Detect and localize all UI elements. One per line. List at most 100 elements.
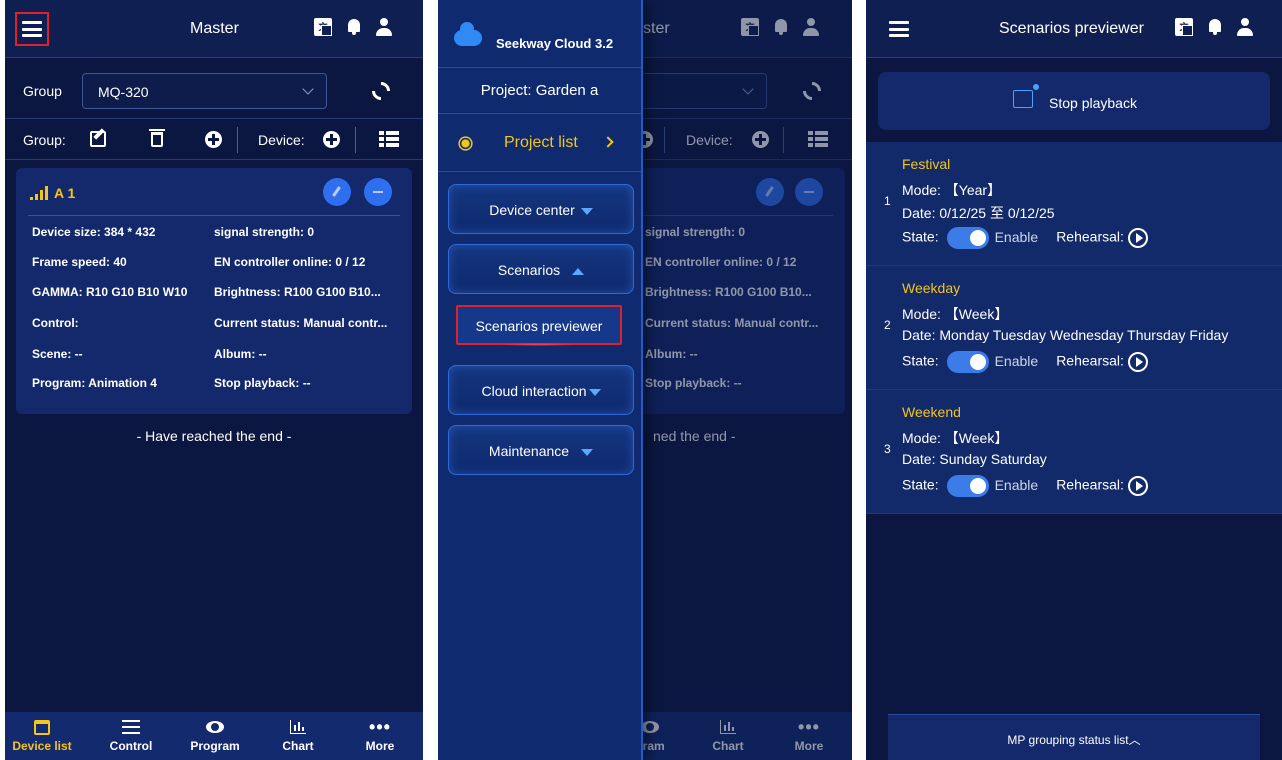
- gamma: GAMMA: R10 G10 B10 W10: [32, 285, 188, 299]
- cloud-interaction-label: Cloud interaction: [481, 383, 587, 399]
- nav-chart[interactable]: Chart: [258, 717, 338, 753]
- toolbar-group-label: Group:: [23, 132, 66, 148]
- bell-icon[interactable]: [1207, 18, 1223, 36]
- group-label: Group: [23, 83, 62, 99]
- rehearsal-play-icon[interactable]: [1127, 228, 1148, 248]
- nav-label: Chart: [712, 739, 744, 753]
- chevron-down-icon: [742, 83, 754, 95]
- nav-label: Device list: [12, 739, 72, 753]
- rehearsal-play-icon[interactable]: [1127, 476, 1148, 496]
- signal-strength: signal strength: 0: [645, 225, 746, 239]
- maintenance-label: Maintenance: [488, 443, 570, 459]
- brightness: Brightness: R100 G100 B10...: [214, 285, 381, 299]
- scene: Scene: --: [32, 347, 83, 361]
- user-icon: [803, 18, 819, 36]
- nav-label: Program: [190, 739, 240, 753]
- scenarios-previewer-item[interactable]: Scenarios previewer: [456, 305, 622, 345]
- scenario-item[interactable]: Weekend 3 Mode: 【Week】 Date: Sunday Satu…: [866, 390, 1282, 514]
- nav-label: Chart: [282, 739, 314, 753]
- stop-playback: Stop playback: --: [214, 376, 311, 390]
- nav-control[interactable]: Control: [91, 717, 171, 753]
- scenarios-previewer-screen: Scenarios previewer 文 Stop playback Fest…: [866, 0, 1282, 760]
- state-toggle[interactable]: [946, 475, 989, 497]
- scenario-item[interactable]: Weekday 2 Mode: 【Week】 Date: Monday Tues…: [866, 266, 1282, 390]
- drawer-screen: ster 文 Device: signal strength: 0 EN con…: [438, 0, 852, 760]
- chevron-right-icon: [602, 136, 614, 148]
- device-card: signal strength: 0 EN controller online:…: [633, 168, 845, 414]
- end-of-list-text: ned the end -: [653, 428, 736, 444]
- remove-device-button[interactable]: [364, 178, 392, 206]
- group-select-value: MQ-320: [98, 84, 149, 100]
- state-toggle[interactable]: [946, 351, 989, 373]
- state-toggle[interactable]: [946, 227, 989, 249]
- gear-icon: [461, 139, 470, 148]
- current-status: Current status: Manual contr...: [214, 316, 388, 330]
- hamburger-icon: [889, 21, 909, 37]
- edit-device-button[interactable]: [323, 178, 351, 206]
- translate-icon[interactable]: 文: [314, 18, 332, 36]
- scenarios-button[interactable]: Scenarios: [448, 244, 634, 294]
- rehearsal-label: Rehearsal:: [1056, 352, 1124, 369]
- menu-button[interactable]: [884, 14, 914, 44]
- mp-grouping-status-button[interactable]: MP grouping status list︿: [888, 714, 1260, 760]
- device-list-screen: Master 文 Group MQ-320 Group: Device: A 1…: [5, 0, 423, 760]
- hamburger-icon: [22, 21, 42, 37]
- eye-icon: [641, 721, 659, 733]
- group-select: [635, 73, 767, 109]
- scenario-item[interactable]: Festival 1 Mode: 【Year】 Date: 0/12/25 至 …: [866, 142, 1282, 266]
- caret-down-icon: [588, 388, 601, 396]
- user-icon[interactable]: [1237, 18, 1253, 36]
- scenario-date: Date: Sunday Saturday: [902, 451, 1047, 467]
- stop-playback-button[interactable]: Stop playback: [878, 72, 1270, 130]
- divider: [355, 127, 356, 153]
- controller-online: EN controller online: 0 / 12: [214, 255, 366, 269]
- toolbar: Group: Device:: [5, 118, 423, 160]
- group-select[interactable]: MQ-320: [82, 73, 327, 109]
- trash-icon[interactable]: [149, 129, 165, 147]
- scenario-name: Weekday: [902, 280, 961, 296]
- toolbar-device-label: Device:: [258, 132, 305, 148]
- add-group-icon[interactable]: [205, 131, 222, 148]
- cloud-logo-icon: [454, 22, 482, 46]
- nav-device-list[interactable]: Device list: [5, 717, 82, 753]
- menu-button[interactable]: [15, 12, 49, 46]
- list-view-icon[interactable]: [379, 131, 399, 147]
- maintenance-button[interactable]: Maintenance: [448, 425, 634, 475]
- edit-icon[interactable]: [90, 131, 106, 147]
- device-card[interactable]: A 1 Device size: 384 * 432 signal streng…: [16, 168, 412, 414]
- page-title: Master: [190, 20, 239, 37]
- brightness: Brightness: R100 G100 B10...: [645, 285, 812, 299]
- more-icon: •••: [798, 717, 820, 737]
- nav-more: ••• More: [769, 717, 849, 753]
- state-label: State:: [902, 228, 939, 245]
- selection-glow: [498, 343, 578, 346]
- divider: [237, 127, 238, 153]
- bar-chart-icon: [290, 720, 306, 734]
- project-list-button[interactable]: Project list: [438, 114, 641, 172]
- side-drawer: Seekway Cloud 3.2 Project: Garden a Proj…: [438, 0, 643, 760]
- scenario-date: Date: Monday Tuesday Wednesday Thursday …: [902, 327, 1229, 343]
- nav-program[interactable]: Program: [175, 717, 255, 753]
- eye-icon: [206, 721, 224, 733]
- rehearsal-label: Rehearsal:: [1056, 476, 1124, 493]
- divider: [633, 215, 833, 216]
- page-title: Scenarios previewer: [999, 20, 1144, 37]
- refresh-icon[interactable]: [368, 78, 394, 104]
- rehearsal-play-icon[interactable]: [1127, 352, 1148, 372]
- enable-label: Enable: [994, 228, 1039, 245]
- nav-more[interactable]: ••• More: [340, 717, 420, 753]
- user-icon[interactable]: [376, 18, 392, 36]
- device-center-label: Device center: [489, 202, 575, 218]
- scenario-name: Festival: [902, 156, 951, 172]
- add-device-icon: [752, 131, 769, 148]
- device-name: A 1: [54, 185, 76, 201]
- device-center-button[interactable]: Device center: [448, 184, 634, 234]
- bell-icon[interactable]: [346, 18, 362, 36]
- stop-playback-label: Stop playback: [1049, 95, 1137, 111]
- drawer-header: Seekway Cloud 3.2: [438, 0, 641, 68]
- bell-icon: [773, 18, 789, 36]
- translate-icon[interactable]: 文: [1175, 18, 1193, 36]
- control: Control:: [32, 316, 79, 330]
- add-device-icon[interactable]: [323, 131, 340, 148]
- cloud-interaction-button[interactable]: Cloud interaction: [448, 365, 634, 415]
